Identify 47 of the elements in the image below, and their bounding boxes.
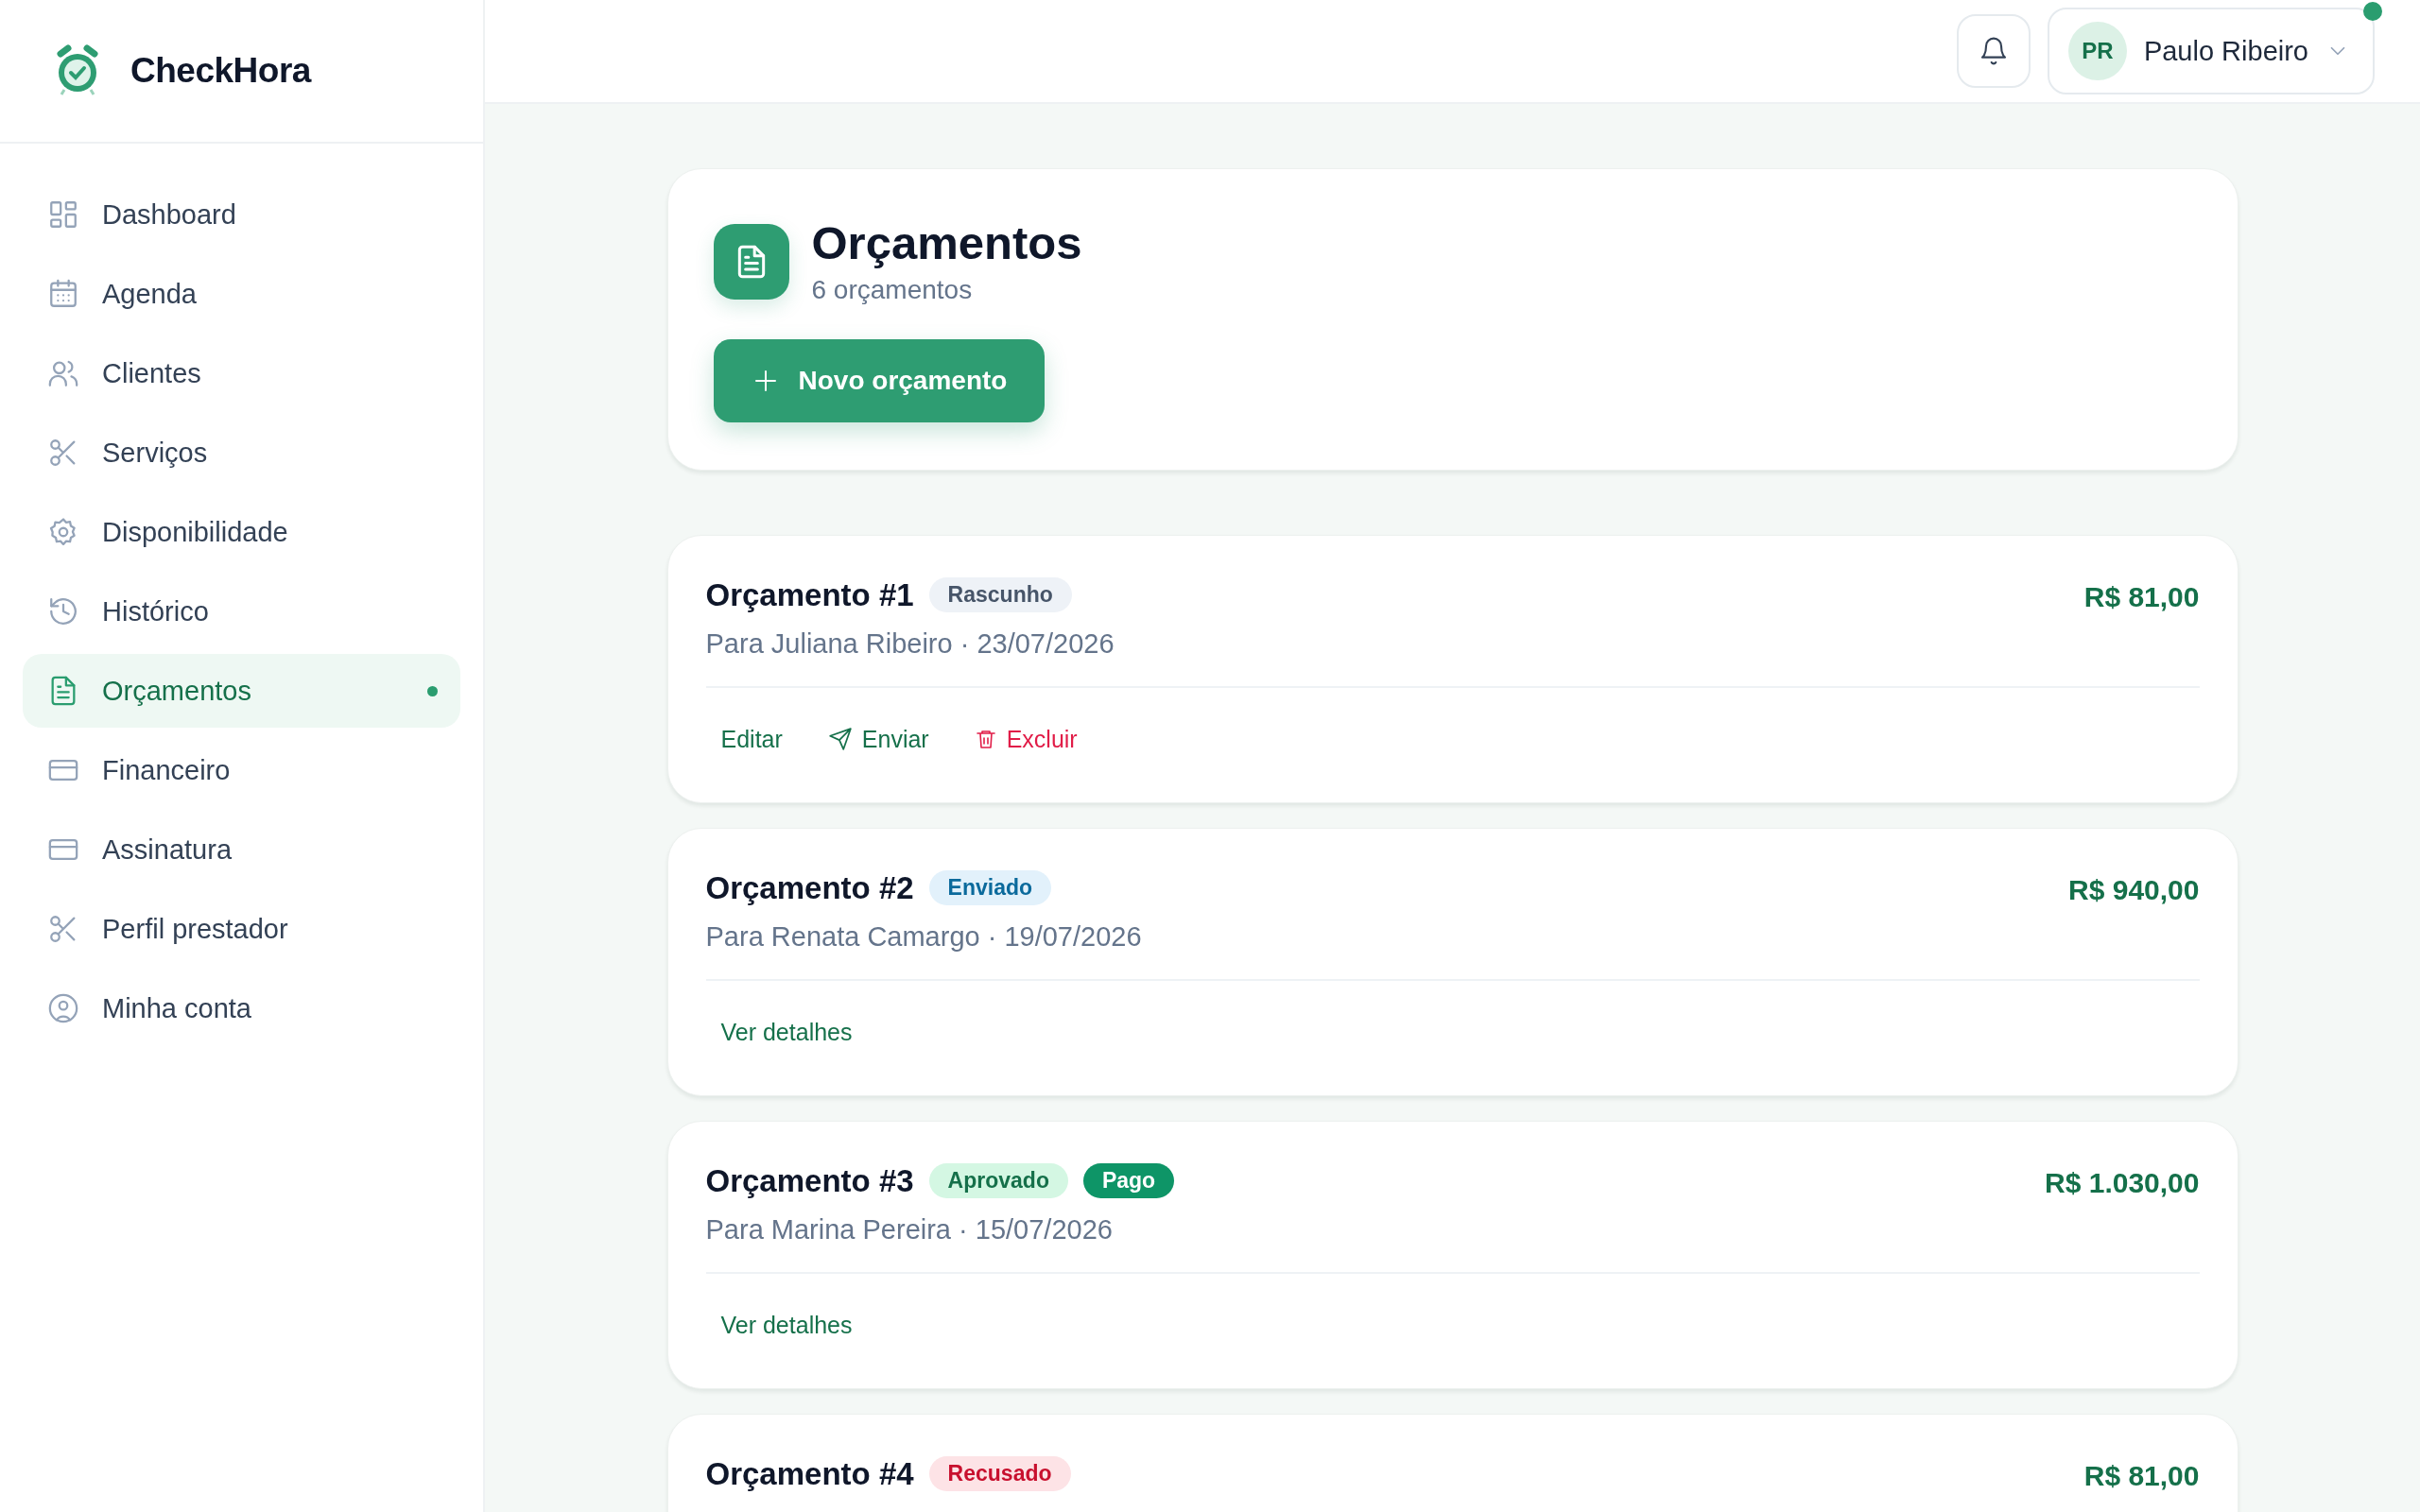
sidebar-item[interactable]: Clientes (23, 336, 460, 410)
document-icon (713, 223, 789, 300)
sidebar-item[interactable]: Agenda (23, 257, 460, 331)
sidebar-item[interactable]: Assinatura (23, 813, 460, 886)
active-dot (427, 685, 438, 696)
details-link[interactable]: Ver detalhes (705, 1303, 868, 1347)
status-badge: Recusado (928, 1456, 1071, 1492)
page-subtitle: 6 orçamentos (811, 274, 974, 305)
user-circle-icon (47, 992, 79, 1024)
sidebar-item[interactable]: Financeiro (23, 733, 460, 807)
sidebar-item[interactable]: Serviços (23, 416, 460, 490)
avatar: PR (2067, 22, 2127, 80)
calendar-icon (47, 278, 79, 310)
edit-button[interactable]: Editar (705, 717, 798, 761)
quote-title: Orçamento #4 (705, 1455, 914, 1492)
sidebar-item[interactable]: Dashboard (23, 178, 460, 251)
quote-amount: R$ 81,00 (2083, 580, 2200, 613)
quote-title: Orçamento #3 (705, 1162, 914, 1199)
notifications-button[interactable] (1956, 14, 2031, 88)
grid-icon (47, 198, 79, 231)
status-badge: Aprovado (928, 1163, 1068, 1199)
trash-icon (974, 728, 997, 751)
page-title: Orçamentos (811, 218, 1082, 269)
quote-amount: R$ 1.030,00 (2045, 1166, 2200, 1199)
paper-plane-icon (827, 727, 853, 752)
status-badge: Enviado (928, 870, 1052, 906)
sidebar-item[interactable]: Minha conta (23, 971, 460, 1045)
quote-details: Para Marina Pereira · 15/07/2026 (705, 1213, 1114, 1246)
status-badge: Rascunho (928, 577, 1072, 613)
quote-details: Para Renata Camargo · 19/07/2026 (705, 920, 1142, 953)
status-badge: Pago (1082, 1163, 1175, 1199)
sidebar-item[interactable]: Disponibilidade (23, 495, 460, 569)
sidebar-item[interactable]: Orçamentos (23, 654, 460, 728)
brand-name: CheckHora (130, 51, 311, 91)
send-button[interactable]: Enviar (812, 717, 944, 761)
quote-title: Orçamento #2 (705, 869, 914, 906)
sidebar-item[interactable]: Perfil prestador (23, 892, 460, 966)
history-icon (47, 595, 79, 627)
quote-amount: R$ 940,00 (2068, 873, 2200, 906)
user-menu[interactable]: PR Paulo Ribeiro (2047, 8, 2375, 94)
user-name: Paulo Ribeiro (2143, 35, 2308, 67)
quote-details: Para Juliana Ribeiro · 23/07/2026 (705, 627, 1115, 660)
delete-button[interactable]: Excluir (959, 717, 1093, 761)
quote-title: Orçamento #1 (705, 576, 914, 613)
details-link[interactable]: Ver detalhes (705, 1010, 868, 1054)
sidebar-item[interactable]: Histórico (23, 575, 460, 648)
quote-amount: R$ 81,00 (2083, 1459, 2200, 1492)
